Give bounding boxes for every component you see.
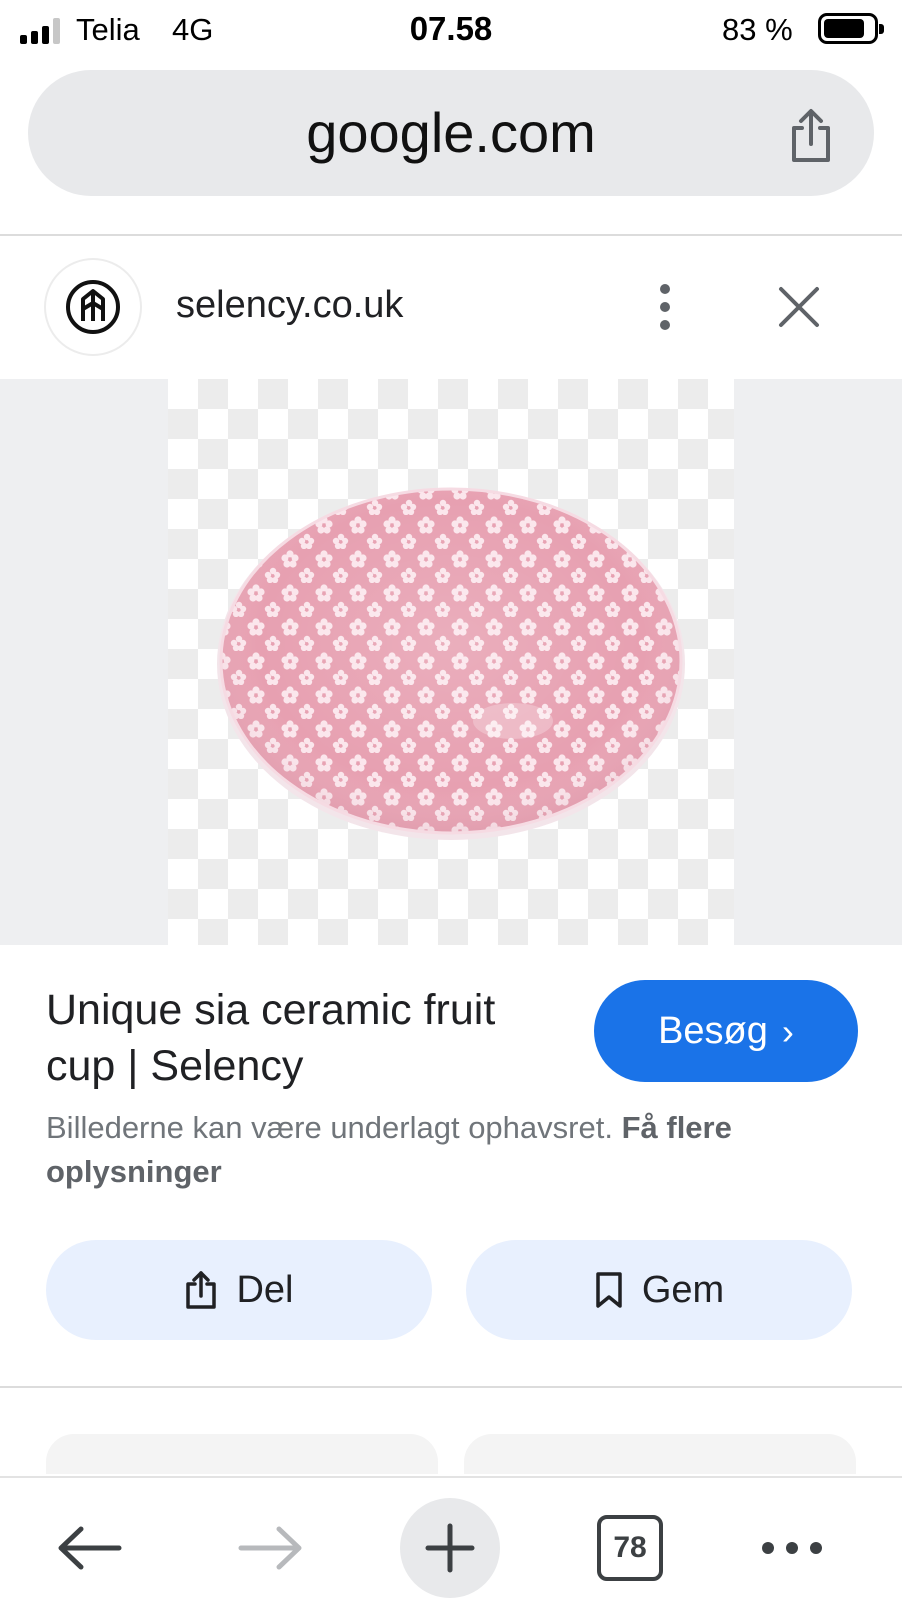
- address-bar[interactable]: google.com: [28, 70, 874, 196]
- copyright-text: Billederne kan være underlagt ophavsret.: [46, 1110, 613, 1145]
- save-button-label: Gem: [641, 1268, 725, 1311]
- copyright-notice: Billederne kan være underlagt ophavsret.…: [46, 1106, 866, 1194]
- visit-button[interactable]: Besøg ›: [594, 980, 858, 1082]
- status-bar: Telia 4G 07.58 83 %: [0, 0, 902, 60]
- divider: [0, 1386, 902, 1388]
- bottom-toolbar: 78: [0, 1476, 902, 1600]
- tab-switcher-button[interactable]: 78: [580, 1498, 680, 1598]
- new-tab-button[interactable]: [400, 1498, 500, 1598]
- share-button-label: Del: [236, 1268, 294, 1311]
- arrow-right-icon: [238, 1526, 302, 1570]
- visit-button-label: Besøg: [658, 1009, 768, 1052]
- share-icon: [186, 1271, 217, 1309]
- share-button[interactable]: Del: [46, 1240, 432, 1340]
- related-result-card[interactable]: [464, 1434, 856, 1474]
- selency-logo-icon[interactable]: [46, 260, 140, 354]
- share-icon[interactable]: [786, 108, 836, 164]
- bookmark-icon: [596, 1272, 622, 1308]
- site-name[interactable]: selency.co.uk: [176, 284, 403, 327]
- more-vertical-icon[interactable]: [650, 282, 680, 332]
- transparency-background: [168, 379, 734, 945]
- more-horizontal-icon: [762, 1542, 822, 1554]
- tab-count: 78: [597, 1515, 663, 1581]
- url-text[interactable]: google.com: [28, 100, 874, 165]
- image-preview[interactable]: [0, 379, 902, 945]
- related-result-card[interactable]: [46, 1434, 438, 1474]
- result-title[interactable]: Unique sia ceramic fruit cup | Selency: [46, 982, 566, 1094]
- bowl-image: [217, 487, 685, 840]
- battery-icon: [818, 13, 884, 44]
- close-icon[interactable]: [776, 284, 822, 330]
- chevron-right-icon: ›: [781, 1011, 794, 1052]
- battery-percent: 83 %: [722, 12, 793, 47]
- forward-button[interactable]: [220, 1498, 320, 1598]
- save-button[interactable]: Gem: [466, 1240, 852, 1340]
- back-button[interactable]: [40, 1498, 140, 1598]
- arrow-left-icon: [58, 1526, 122, 1570]
- plus-icon: [425, 1523, 475, 1573]
- divider: [0, 234, 902, 236]
- more-button[interactable]: [742, 1498, 842, 1598]
